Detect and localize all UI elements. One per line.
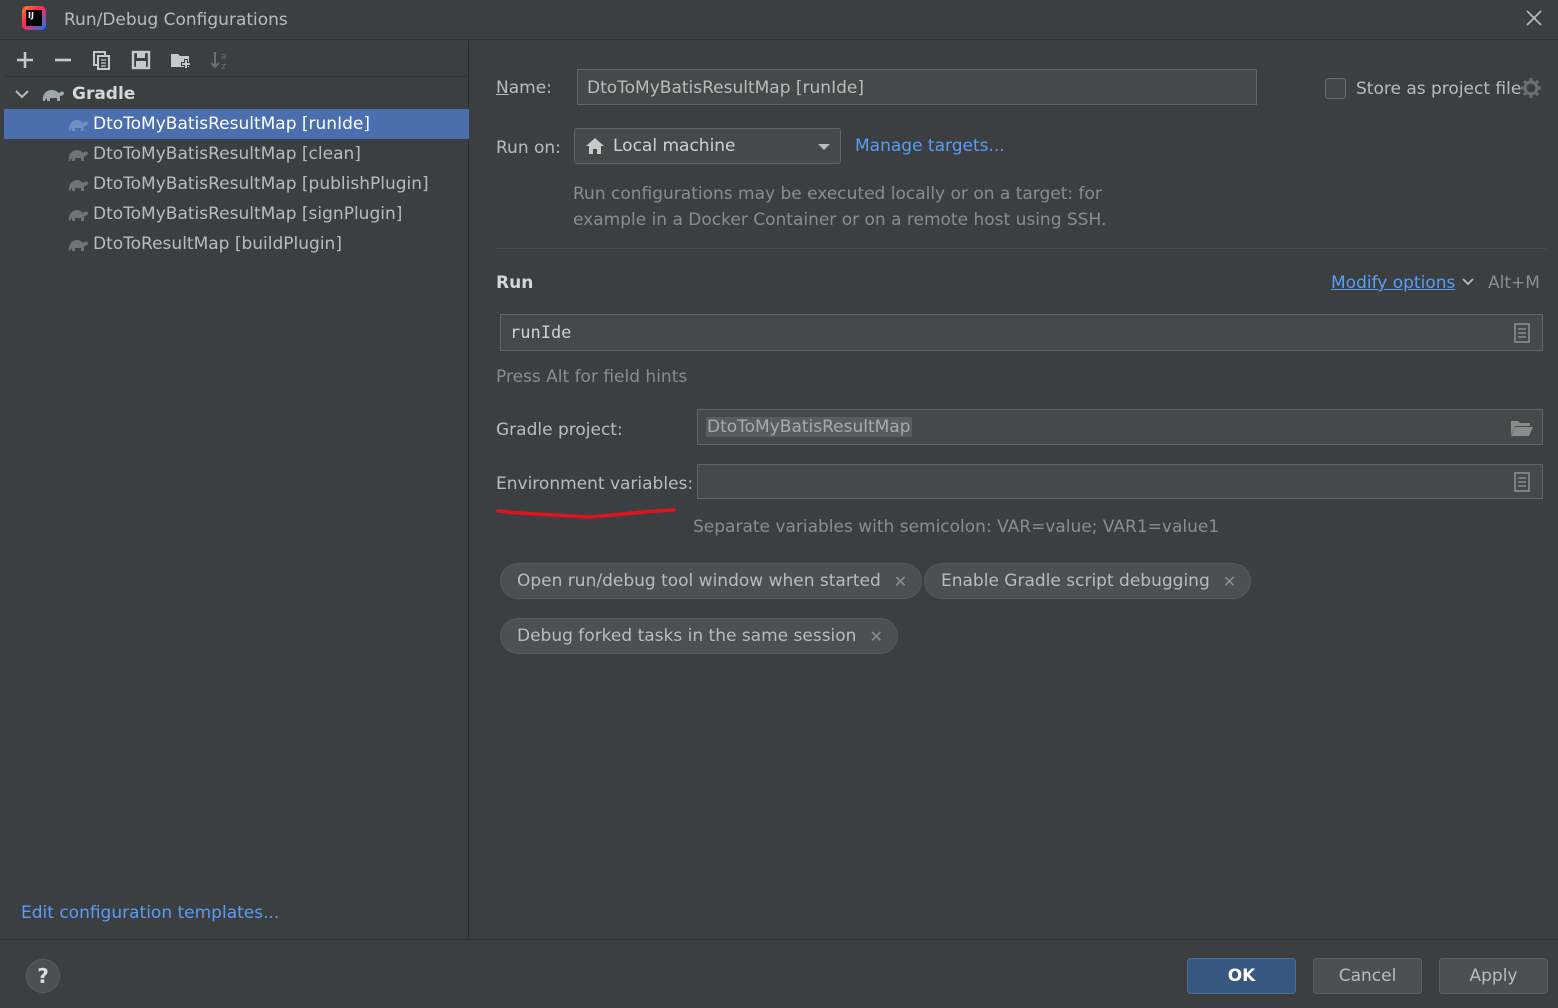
tree-item-publishplugin[interactable]: DtoToMyBatisResultMap [publishPlugin]	[4, 169, 469, 199]
sort-button[interactable]: a z	[207, 47, 233, 73]
environment-variables-field[interactable]	[697, 464, 1543, 499]
tree-item-label: DtoToMyBatisResultMap [runIde]	[93, 114, 370, 134]
chip-remove-icon[interactable]: ✕	[1223, 572, 1236, 591]
run-on-hint-line-1: Run configurations may be executed local…	[573, 184, 1102, 204]
store-as-project-file-checkbox[interactable]	[1325, 78, 1346, 99]
apply-button[interactable]: Apply	[1439, 958, 1548, 994]
gradle-elephant-icon	[42, 90, 64, 101]
expand-field-icon[interactable]	[1513, 323, 1531, 343]
close-button[interactable]	[1519, 6, 1549, 34]
svg-text:z: z	[221, 62, 226, 71]
tree-item-label: DtoToMyBatisResultMap [signPlugin]	[93, 204, 403, 224]
chip-label: Enable Gradle script debugging	[941, 571, 1210, 591]
manage-targets-link[interactable]: Manage targets...	[855, 136, 1005, 156]
tree-item-label: DtoToMyBatisResultMap [clean]	[93, 144, 361, 164]
folder-open-icon[interactable]	[1510, 418, 1534, 438]
name-label: Name:	[496, 78, 552, 98]
name-field-value: DtoToMyBatisResultMap [runIde]	[587, 78, 864, 98]
gradle-project-label: Gradle project:	[496, 420, 623, 440]
tree-group-label: Gradle	[72, 84, 136, 104]
gradle-elephant-icon	[68, 210, 88, 221]
gradle-elephant-icon	[68, 240, 88, 251]
dialog-button-bar: ? OK Cancel Apply	[0, 939, 1558, 1008]
chip-label: Debug forked tasks in the same session	[517, 626, 857, 646]
environment-variables-label: Environment variables:	[496, 474, 694, 494]
chip-remove-icon[interactable]: ✕	[894, 572, 907, 591]
chevron-down-icon	[15, 90, 29, 99]
tree-item-runide[interactable]: DtoToMyBatisResultMap [runIde]	[4, 109, 469, 139]
save-icon	[131, 50, 151, 70]
tree-item-label: DtoToResultMap [buildPlugin]	[93, 234, 342, 254]
configuration-form: Name: DtoToMyBatisResultMap [runIde] Sto…	[470, 41, 1558, 939]
tree-item-signplugin[interactable]: DtoToMyBatisResultMap [signPlugin]	[4, 199, 469, 229]
gear-icon[interactable]	[1520, 77, 1542, 99]
chevron-down-icon	[1462, 278, 1474, 286]
gradle-elephant-icon	[68, 120, 88, 131]
add-configuration-button[interactable]	[12, 47, 38, 73]
help-button[interactable]: ?	[26, 959, 60, 993]
save-configuration-button[interactable]	[128, 47, 154, 73]
chip-remove-icon[interactable]: ✕	[869, 627, 882, 646]
field-hints-text: Press Alt for field hints	[496, 367, 688, 387]
cancel-button[interactable]: Cancel	[1313, 958, 1422, 994]
run-section-title: Run	[496, 273, 534, 293]
folder-add-icon	[171, 54, 191, 69]
name-field[interactable]: DtoToMyBatisResultMap [runIde]	[577, 69, 1257, 105]
tree-item-buildplugin[interactable]: DtoToResultMap [buildPlugin]	[4, 229, 469, 259]
expand-field-icon[interactable]	[1513, 472, 1531, 492]
copy-icon	[93, 51, 110, 70]
gradle-elephant-icon	[68, 180, 88, 191]
run-on-value: Local machine	[613, 136, 736, 156]
svg-text:a: a	[221, 52, 227, 62]
run-on-hint-line-2: example in a Docker Container or on a re…	[573, 210, 1107, 230]
plus-icon	[17, 52, 33, 68]
red-underline-annotation	[496, 508, 676, 519]
minus-icon	[55, 58, 71, 62]
ok-button[interactable]: OK	[1187, 958, 1296, 994]
environment-variables-hint: Separate variables with semicolon: VAR=v…	[693, 517, 1220, 537]
remove-configuration-button[interactable]	[50, 47, 76, 73]
chip-open-tool-window[interactable]: Open run/debug tool window when started ✕	[500, 563, 923, 599]
tasks-field[interactable]: runIde	[500, 314, 1543, 351]
chip-label: Open run/debug tool window when started	[517, 571, 881, 591]
edit-configuration-templates-link[interactable]: Edit configuration templates...	[21, 903, 279, 923]
intellij-logo-icon: IJ	[22, 6, 46, 30]
sort-alphabetically-icon: a z	[210, 52, 227, 71]
run-on-label: Run on:	[496, 138, 561, 158]
gradle-elephant-icon	[68, 150, 88, 161]
new-folder-button[interactable]	[168, 47, 194, 73]
tree-group-gradle[interactable]: Gradle	[4, 79, 469, 109]
tasks-field-value: runIde	[510, 323, 572, 343]
tree-item-clean[interactable]: DtoToMyBatisResultMap [clean]	[4, 139, 469, 169]
window-title: Run/Debug Configurations	[64, 10, 288, 30]
gradle-project-field[interactable]: DtoToMyBatisResultMap	[697, 409, 1543, 445]
modify-options-link[interactable]: Modify options	[1331, 273, 1455, 293]
run-on-dropdown[interactable]: Local machine	[574, 128, 841, 164]
home-icon	[586, 138, 604, 154]
store-as-project-file-label[interactable]: Store as project file	[1356, 79, 1521, 99]
gradle-project-value: DtoToMyBatisResultMap	[706, 417, 912, 437]
tree-item-label: DtoToMyBatisResultMap [publishPlugin]	[93, 174, 429, 194]
chip-debug-forked-tasks[interactable]: Debug forked tasks in the same session ✕	[500, 618, 898, 654]
title-bar: IJ Run/Debug Configurations	[0, 0, 1558, 40]
chip-gradle-script-debugging[interactable]: Enable Gradle script debugging ✕	[924, 563, 1252, 599]
chevron-down-icon	[818, 144, 830, 150]
section-divider	[496, 248, 1546, 249]
close-icon	[1526, 10, 1542, 26]
copy-configuration-button[interactable]	[89, 47, 115, 73]
configurations-toolbar: a z	[4, 41, 469, 77]
modify-options-shortcut: Alt+M	[1488, 273, 1540, 293]
configurations-panel: a z Gradle DtoToMyBatisResultMap [runIde…	[4, 41, 469, 939]
